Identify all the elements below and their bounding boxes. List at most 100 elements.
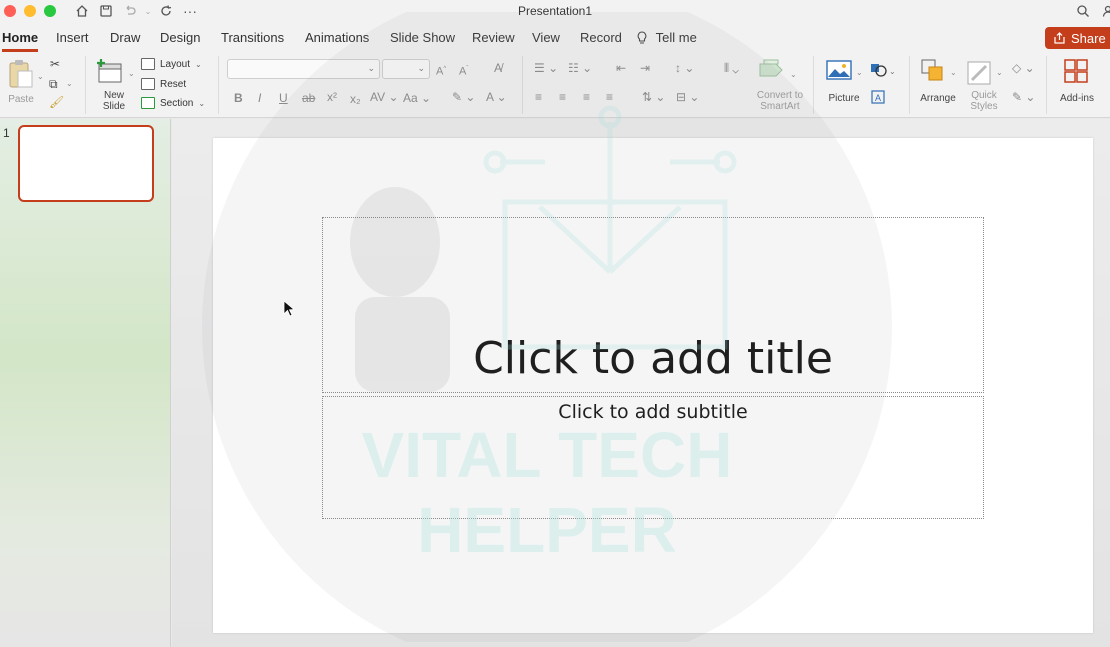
format-painter-icon[interactable]: 🖌 [49, 95, 64, 109]
align-left-icon[interactable]: ≡ [535, 90, 542, 104]
italic-icon[interactable]: I [258, 91, 261, 105]
section-label: Section [160, 97, 194, 109]
subtitle-placeholder[interactable]: Click to add subtitle [322, 396, 984, 519]
quick-styles-chevron-icon: ⌄ [996, 68, 1003, 77]
add-ins-button[interactable]: Add-ins [1054, 56, 1100, 106]
tell-me-search[interactable]: Tell me [636, 30, 697, 45]
ribbon: Paste ⌄ ✂ ⧉ ⌄ 🖌 New Slide ⌄ Layout ⌄ Rese… [0, 52, 1110, 118]
picture-menu-chevron-icon[interactable]: ⌄ [856, 66, 863, 80]
shape-fill-icon[interactable]: ◇ ⌄ [1012, 61, 1035, 75]
mouse-cursor-icon [283, 300, 295, 317]
slide-number: 1 [3, 126, 10, 140]
account-icon[interactable] [1098, 2, 1110, 20]
superscript-icon[interactable]: x² [327, 90, 337, 104]
decrease-font-size-icon[interactable]: Aˇ [459, 62, 468, 79]
convert-smartart-label: Convert to SmartArt [756, 90, 804, 112]
numbering-icon[interactable]: ☷ ⌄ [568, 61, 592, 75]
strikethrough-icon[interactable]: ab [302, 91, 315, 105]
highlight-icon[interactable]: ✎ ⌄ [452, 90, 475, 104]
tab-home[interactable]: Home [2, 30, 39, 52]
align-right-icon[interactable]: ≡ [583, 90, 590, 104]
change-case-icon[interactable]: Aa ⌄ [403, 91, 431, 105]
convert-smartart-button[interactable]: ⌄ Convert to SmartArt [752, 56, 808, 114]
text-direction-icon[interactable]: ⇅ ⌄ [642, 90, 665, 104]
undo-icon[interactable] [120, 2, 140, 20]
tab-design[interactable]: Design [160, 30, 200, 45]
new-slide-menu-chevron-icon[interactable]: ⌄ [128, 67, 135, 81]
convert-smartart-chevron-icon: ⌄ [790, 70, 797, 79]
layout-button[interactable]: Layout ⌄ [141, 58, 202, 70]
home-icon[interactable] [72, 2, 92, 20]
lightbulb-icon [637, 31, 647, 44]
bullets-icon[interactable]: ☰ ⌄ [534, 61, 558, 75]
tab-transitions[interactable]: Transitions [221, 30, 284, 45]
increase-font-size-icon[interactable]: A^ [436, 62, 446, 79]
section-button[interactable]: Section ⌄ [141, 97, 205, 109]
reset-button[interactable]: Reset [141, 78, 186, 90]
slide-thumbnails-panel: 1 [0, 119, 171, 647]
section-icon [141, 97, 155, 109]
tab-review[interactable]: Review [472, 30, 515, 45]
align-center-icon[interactable]: ≡ [559, 90, 566, 104]
columns-icon[interactable]: ⫴ ⌄ [724, 61, 739, 75]
character-spacing-icon[interactable]: AV ⌄ [370, 90, 399, 104]
tab-view[interactable]: View [532, 30, 560, 45]
text-box-icon[interactable]: A [871, 90, 885, 107]
reset-icon [141, 78, 155, 90]
arrange-button[interactable]: Arrange [916, 56, 960, 110]
tab-draw[interactable]: Draw [110, 30, 140, 45]
paste-button[interactable]: Paste [4, 56, 38, 105]
svg-text:⌄: ⌄ [889, 67, 896, 76]
font-size-combo[interactable]: ⌄ [382, 59, 430, 79]
clear-formatting-icon[interactable]: A̸ [494, 61, 502, 75]
font-color-icon[interactable]: A ⌄ [486, 90, 507, 104]
add-ins-icon [1064, 59, 1088, 83]
layout-label: Layout [160, 58, 191, 70]
tab-record[interactable]: Record [580, 30, 622, 45]
justify-icon[interactable]: ≡ [606, 90, 613, 104]
align-text-icon[interactable]: ⊟ ⌄ [676, 90, 699, 104]
title-placeholder[interactable]: Click to add title [322, 217, 984, 393]
title-bar: ⌄ ··· Presentation1 [0, 0, 1110, 24]
copy-menu-chevron-icon[interactable]: ⌄ [66, 77, 73, 91]
save-icon[interactable] [96, 2, 116, 20]
quick-styles-label: Quick Styles [970, 90, 998, 112]
minimize-window-button[interactable] [24, 5, 36, 17]
quick-styles-button[interactable]: ⌄ Quick Styles [962, 56, 1006, 114]
quick-styles-icon [967, 61, 991, 85]
close-window-button[interactable] [4, 5, 16, 17]
title-placeholder-text: Click to add title [473, 333, 833, 384]
more-icon[interactable]: ··· [180, 2, 200, 20]
increase-indent-icon[interactable]: ⇥ [640, 61, 650, 75]
add-ins-label: Add-ins [1060, 93, 1094, 104]
cut-icon[interactable]: ✂ [50, 57, 60, 71]
paste-menu-chevron-icon[interactable]: ⌄ [37, 70, 44, 84]
new-slide-button[interactable]: New Slide [94, 56, 134, 114]
undo-menu-chevron-icon[interactable]: ⌄ [138, 2, 158, 20]
picture-button[interactable]: Picture [822, 56, 866, 106]
font-name-combo[interactable]: ⌄ [227, 59, 380, 79]
share-button[interactable]: Share [1045, 27, 1110, 49]
subscript-icon[interactable]: x₂ [350, 92, 361, 106]
subtitle-placeholder-text: Click to add subtitle [558, 401, 748, 423]
zoom-window-button[interactable] [44, 5, 56, 17]
tab-animations[interactable]: Animations [305, 30, 369, 45]
paste-label: Paste [8, 94, 34, 105]
bold-icon[interactable]: B [234, 91, 243, 105]
line-spacing-icon[interactable]: ↕ ⌄ [675, 61, 694, 75]
section-chevron-icon: ⌄ [198, 98, 206, 108]
slide-thumbnail[interactable] [18, 125, 154, 202]
picture-icon [826, 60, 852, 80]
shape-outline-icon[interactable]: ✎ ⌄ [1012, 90, 1035, 104]
search-icon[interactable] [1073, 2, 1093, 20]
underline-icon[interactable]: U [279, 91, 288, 105]
font-name-chevron-icon: ⌄ [367, 63, 375, 73]
tab-insert[interactable]: Insert [56, 30, 89, 45]
arrange-menu-chevron-icon[interactable]: ⌄ [950, 66, 957, 80]
tab-slide-show[interactable]: Slide Show [390, 30, 455, 45]
redo-icon[interactable] [156, 2, 176, 20]
decrease-indent-icon[interactable]: ⇤ [616, 61, 626, 75]
copy-icon[interactable]: ⧉ [49, 77, 58, 91]
new-slide-label: New Slide [102, 90, 126, 112]
shapes-icon[interactable]: ⌄ [870, 62, 896, 81]
